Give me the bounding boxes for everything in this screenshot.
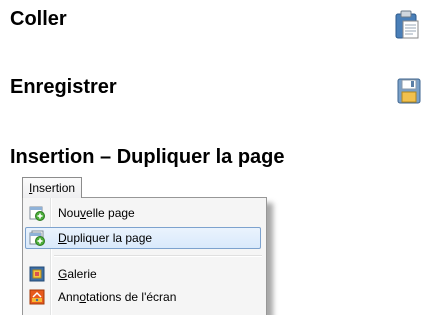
menu-item-gallery[interactable]: Galerie	[25, 263, 261, 285]
label-part: upliquer la page	[66, 231, 153, 245]
label-accel: D	[58, 231, 67, 245]
label-part: elle page	[86, 206, 135, 220]
menu-insertion-label: nsertion	[32, 181, 76, 195]
menu-item-screen-annotations[interactable]: Annotations de l'écran	[25, 286, 261, 308]
save-icon	[396, 76, 422, 106]
save-heading: Enregistrer	[10, 76, 117, 98]
screen-annotations-icon	[29, 289, 45, 305]
insert-duplicate-heading: Insertion – Dupliquer la page	[10, 146, 285, 168]
menu-item-gallery-label: Galerie	[58, 263, 97, 285]
paste-heading: Coller	[10, 8, 67, 30]
menu-separator	[54, 255, 262, 257]
menu-insertion[interactable]: Insertion	[22, 177, 83, 198]
menu-item-new-page-label: Nouvelle page	[58, 202, 135, 224]
label-part: Nou	[58, 206, 81, 220]
label-part: tations de l'écran	[86, 290, 177, 304]
insertion-dropdown: Nouvelle page Dupliquer la page Galerie	[22, 197, 267, 315]
label-accel: G	[58, 267, 68, 281]
gallery-icon	[29, 266, 45, 282]
menu-item-duplicate-page-label: Dupliquer la page	[58, 228, 152, 248]
label-part: Ann	[58, 290, 80, 304]
new-page-icon	[29, 205, 45, 221]
duplicate-page-icon	[29, 230, 45, 246]
paste-icon	[394, 10, 420, 40]
menu-item-screen-annotations-label: Annotations de l'écran	[58, 286, 176, 308]
menu-item-new-page[interactable]: Nouvelle page	[25, 202, 261, 224]
menu-item-duplicate-page[interactable]: Dupliquer la page	[25, 227, 261, 249]
label-part: alerie	[67, 267, 97, 281]
